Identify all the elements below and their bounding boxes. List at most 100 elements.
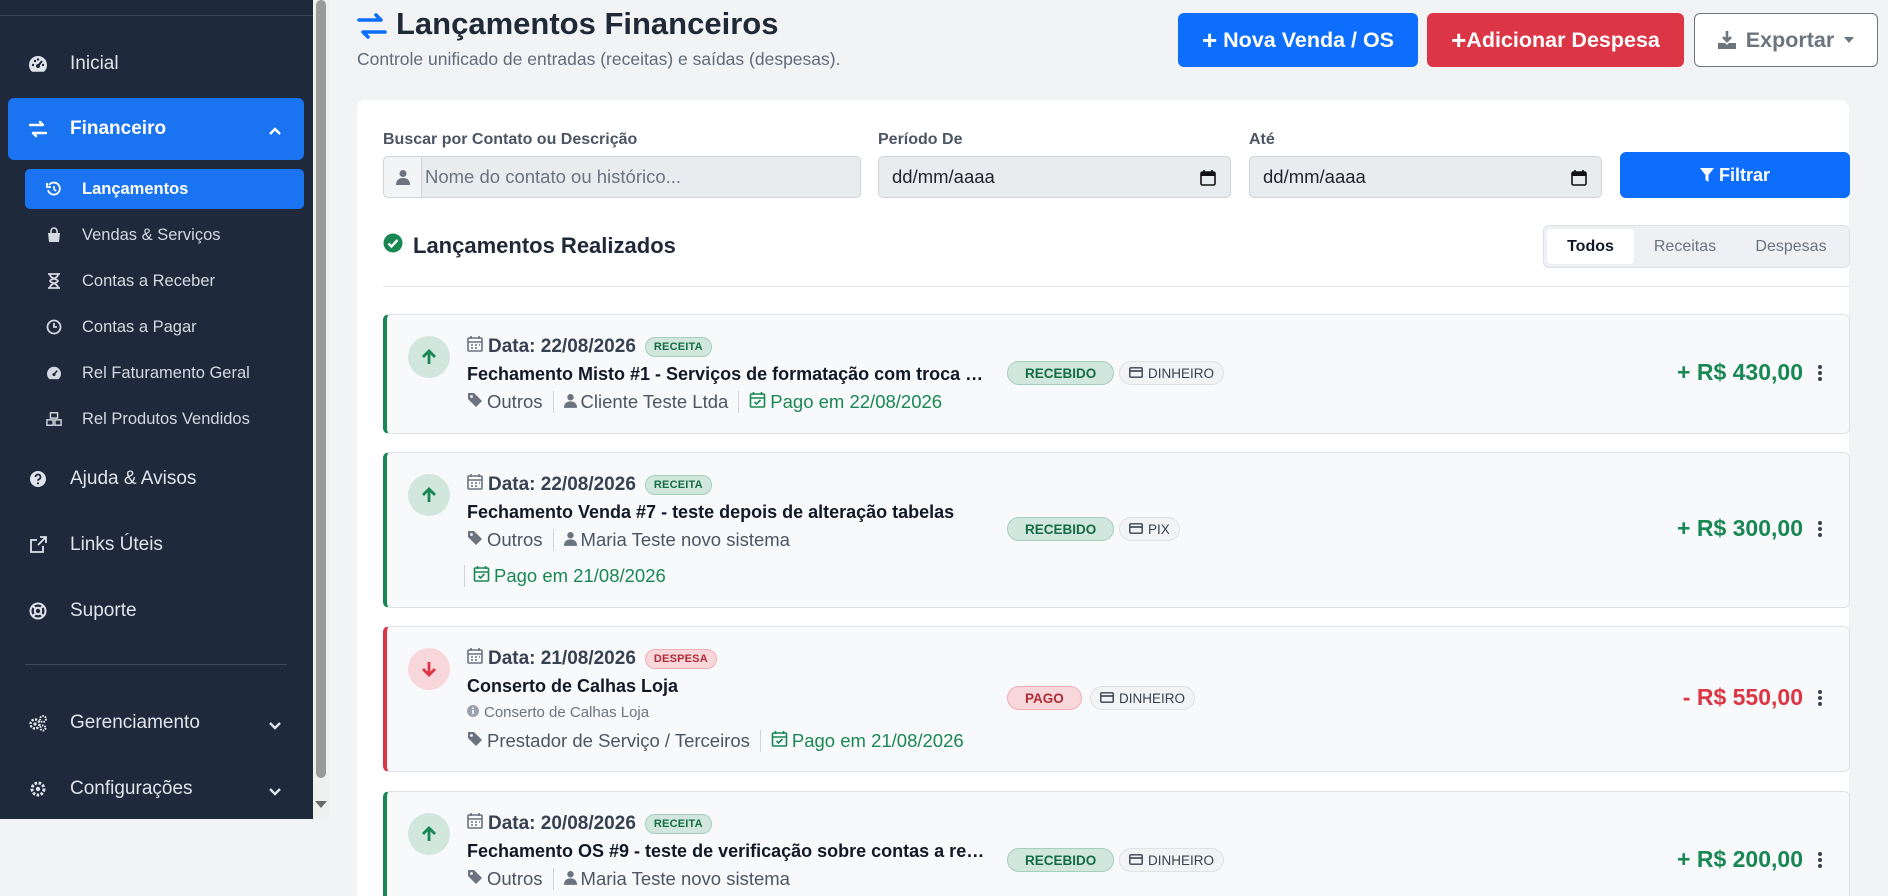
sidebar-subitem-label: Rel Faturamento Geral: [82, 363, 250, 382]
sidebar-item-suporte[interactable]: Suporte: [8, 583, 304, 639]
sidebar-item-gerenciamento[interactable]: Gerenciamento: [8, 695, 304, 751]
entry-amount: - R$ 550,00: [1682, 684, 1803, 710]
entry-title: Fechamento Misto #1 - Serviços de format…: [467, 364, 993, 384]
credit-card-icon: [1129, 522, 1143, 537]
entry-amount: + R$ 430,00: [1677, 359, 1803, 385]
sidebar-subitem-contas-receber[interactable]: Contas a Receber: [25, 261, 304, 301]
sidebar-item-label: Inicial: [70, 53, 119, 74]
sidebar-item-inicial[interactable]: Inicial: [8, 36, 304, 92]
date-to-input[interactable]: dd/mm/aaaa: [1249, 156, 1602, 198]
exchange-icon: [356, 11, 388, 39]
sidebar-item-ajuda[interactable]: Ajuda & Avisos: [8, 451, 304, 507]
calendar-check-icon: [473, 565, 490, 587]
page-title: Lançamentos Financeiros: [356, 6, 778, 42]
entry-date: Data: 22/08/2026 RECEITA: [467, 335, 712, 358]
entry-meta-second-line: Pago em 21/08/2026: [464, 565, 666, 587]
arrow-up-icon: [408, 336, 450, 378]
meta-divider: [759, 730, 761, 752]
sidebar-item-links[interactable]: Links Úteis: [8, 517, 304, 573]
sidebar: Inicial Financeiro Lançamentos Vendas & …: [0, 0, 313, 819]
payment-method-text: PIX: [1148, 521, 1170, 537]
user-icon: [563, 868, 577, 890]
scroll-down-arrow-icon[interactable]: [315, 801, 327, 808]
arrow-down-icon: [408, 648, 450, 690]
payment-method-badge: PIX: [1119, 517, 1180, 541]
add-expense-button[interactable]: + Adicionar Despesa: [1427, 13, 1684, 67]
entry-amount: + R$ 200,00: [1677, 846, 1803, 872]
sidebar-subitem-lancamentos[interactable]: Lançamentos: [25, 169, 304, 209]
entry-note-text: Conserto de Calhas Loja: [484, 704, 650, 721]
calendar-check-icon: [749, 391, 766, 413]
entry-row[interactable]: Data: 21/08/2026 DESPESA Conserto de Cal…: [383, 626, 1850, 772]
tag-icon: [467, 529, 483, 551]
section-title-text: Lançamentos Realizados: [413, 233, 676, 258]
entry-meta: Outros Maria Teste novo sistema: [467, 868, 790, 890]
sidebar-item-label: Suporte: [70, 600, 137, 621]
filter-button[interactable]: Filtrar: [1620, 152, 1850, 198]
kebab-menu-icon[interactable]: [1818, 521, 1822, 537]
info-circle-icon: [467, 704, 479, 721]
entry-row[interactable]: Data: 22/08/2026 RECEITA Fechamento Mist…: [383, 314, 1850, 434]
new-sale-button[interactable]: + Nova Venda / OS: [1178, 13, 1418, 67]
entry-row[interactable]: Data: 20/08/2026 RECEITA Fechamento OS #…: [383, 791, 1850, 896]
entry-paid: Pago em 21/08/2026: [771, 730, 964, 752]
chevron-up-icon: [268, 120, 282, 142]
entry-note: Conserto de Calhas Loja: [467, 704, 649, 721]
sidebar-subitem-rel-produtos[interactable]: Rel Produtos Vendidos: [25, 399, 304, 439]
tab-despesas[interactable]: Despesas: [1736, 229, 1846, 264]
history-icon: [46, 181, 62, 197]
sidebar-subitem-label: Rel Produtos Vendidos: [82, 409, 250, 428]
search-input[interactable]: [422, 157, 860, 197]
sidebar-subitem-vendas[interactable]: Vendas & Serviços: [25, 215, 304, 255]
meta-divider: [738, 391, 740, 413]
new-sale-button-label: Nova Venda / OS: [1223, 27, 1395, 52]
export-button[interactable]: Exportar: [1694, 13, 1878, 67]
tag-icon: [467, 391, 483, 413]
section-divider: [383, 286, 1850, 287]
search-field[interactable]: [383, 156, 861, 198]
entry-paid-text: Pago em 21/08/2026: [791, 730, 964, 751]
payment-method-badge: DINHEIRO: [1119, 848, 1225, 872]
export-button-label: Exportar: [1745, 27, 1835, 52]
payment-method-badge: DINHEIRO: [1090, 686, 1196, 710]
clock-icon: [46, 319, 62, 335]
payment-method-text: DINHEIRO: [1119, 690, 1186, 706]
kebab-menu-icon[interactable]: [1818, 690, 1822, 706]
entry-row[interactable]: Data: 22/08/2026 RECEITA Fechamento Vend…: [383, 452, 1850, 608]
sidebar-item-label: Ajuda & Avisos: [70, 468, 197, 489]
calendar-icon: [467, 812, 483, 835]
sidebar-item-label: Financeiro: [70, 118, 167, 139]
credit-card-icon: [1129, 366, 1143, 381]
payment-method-text: DINHEIRO: [1148, 852, 1215, 868]
entry-meta: Outros Cliente Teste Ltda Pago em 22/08/…: [467, 391, 942, 413]
download-icon: [1717, 30, 1737, 50]
calendar-icon[interactable]: [1571, 169, 1587, 191]
entry-contact: Maria Teste novo sistema: [580, 868, 790, 889]
sidebar-top-divider: [0, 15, 313, 16]
meta-divider: [552, 529, 554, 551]
tab-todos[interactable]: Todos: [1547, 229, 1634, 264]
status-badge: RECEBIDO: [1007, 517, 1115, 541]
sidebar-item-financeiro[interactable]: Financeiro: [8, 98, 304, 160]
gear-icon: [28, 779, 48, 799]
entry-date-text: Data: 22/08/2026: [488, 473, 636, 495]
cogs-icon: [28, 713, 48, 733]
date-from-input[interactable]: dd/mm/aaaa: [878, 156, 1231, 198]
tab-receitas[interactable]: Receitas: [1634, 229, 1736, 264]
kebab-menu-icon[interactable]: [1818, 365, 1822, 381]
filter-button-label: Filtrar: [1718, 164, 1770, 185]
sidebar-subitem-label: Lançamentos: [82, 179, 189, 198]
hourglass-icon: [46, 273, 62, 289]
sidebar-subitem-rel-faturamento[interactable]: Rel Faturamento Geral: [25, 353, 304, 393]
sidebar-scrollbar-thumb[interactable]: [316, 0, 326, 778]
entry-amount: + R$ 300,00: [1677, 515, 1803, 541]
calendar-icon[interactable]: [1200, 169, 1216, 191]
sidebar-subitem-contas-pagar[interactable]: Contas a Pagar: [25, 307, 304, 347]
sidebar-item-label: Gerenciamento: [70, 712, 200, 733]
entry-category: Outros: [487, 529, 543, 550]
arrow-up-icon: [408, 474, 450, 516]
meta-divider: [464, 565, 465, 587]
kebab-menu-icon[interactable]: [1818, 852, 1822, 868]
user-icon: [384, 157, 422, 197]
sidebar-item-configuracoes[interactable]: Configurações: [8, 761, 304, 817]
